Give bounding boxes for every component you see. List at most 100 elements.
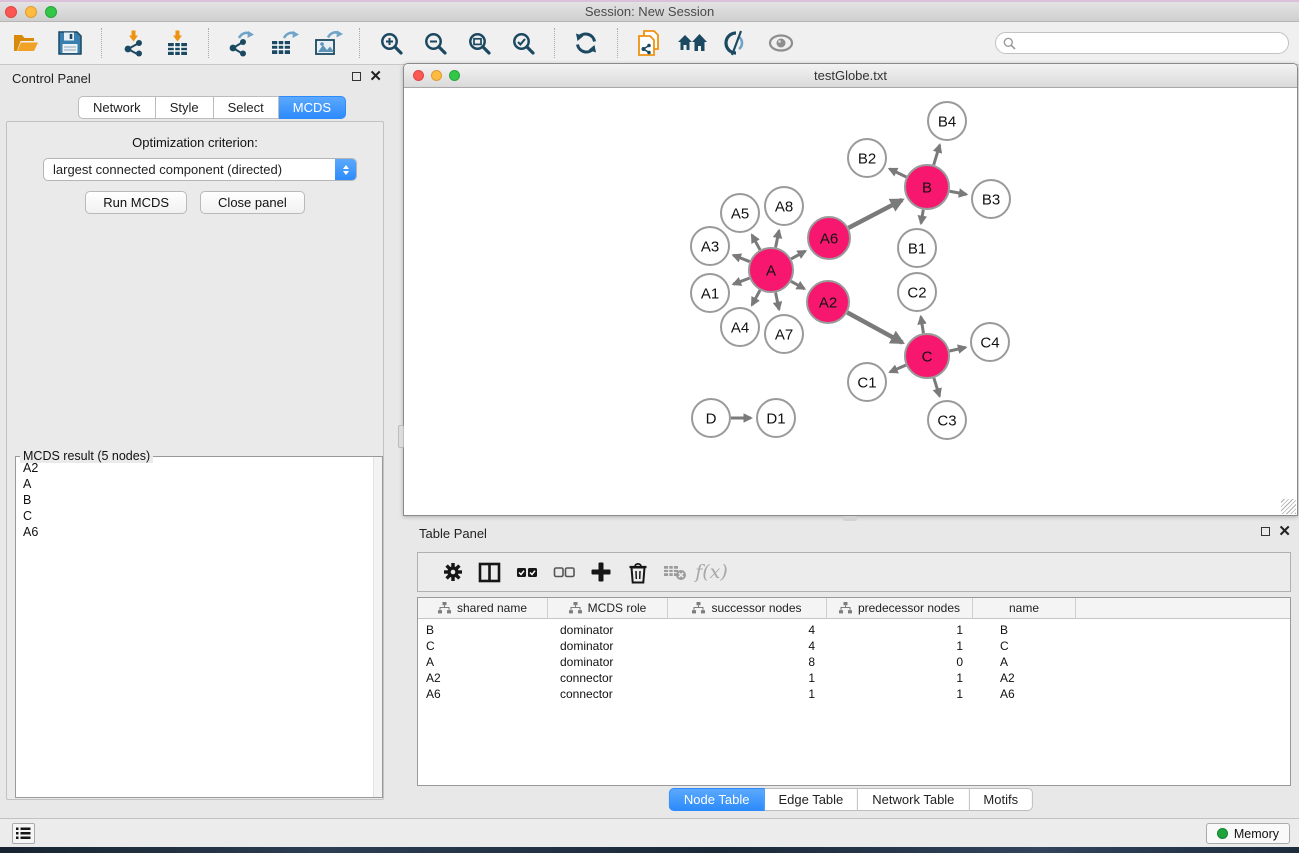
graph-edge[interactable] xyxy=(776,293,779,310)
mcds-result-scrollbar[interactable] xyxy=(373,457,382,797)
graph-edge[interactable] xyxy=(752,235,760,250)
tab-network[interactable]: Network xyxy=(78,96,156,119)
tab-select[interactable]: Select xyxy=(214,96,279,119)
result-item[interactable]: A6 xyxy=(17,524,372,540)
graph-node-B2[interactable]: B2 xyxy=(848,139,886,177)
close-panel-button[interactable]: Close panel xyxy=(200,191,305,214)
table-row[interactable]: Adominator80A xyxy=(418,654,1290,670)
graph-node-A1[interactable]: A1 xyxy=(691,274,729,312)
close-table-panel-icon[interactable]: ✕ xyxy=(1278,526,1291,537)
graph-node-D1[interactable]: D1 xyxy=(757,399,795,437)
table-settings-button[interactable] xyxy=(434,556,471,588)
graph-edge[interactable] xyxy=(950,191,967,194)
graph-node-B4[interactable]: B4 xyxy=(928,102,966,140)
select-all-button[interactable] xyxy=(508,556,545,588)
column-header-mcds-role[interactable]: MCDS role xyxy=(548,598,668,618)
minimize-network-icon[interactable] xyxy=(431,70,442,81)
graph-edge[interactable] xyxy=(791,281,804,289)
apply-layout-button[interactable] xyxy=(568,25,604,61)
graph-node-D[interactable]: D xyxy=(692,399,730,437)
graphics-details-button[interactable] xyxy=(719,25,755,61)
zoom-in-button[interactable] xyxy=(373,25,409,61)
import-network-button[interactable] xyxy=(115,25,151,61)
network-canvas[interactable]: B4B2BB3A8A5A6A3B1AA1C2A2A4A7C4CC1C3DD1 xyxy=(404,89,1297,515)
new-network-from-selection-button[interactable] xyxy=(631,25,667,61)
home-button[interactable] xyxy=(675,25,711,61)
graph-node-B[interactable]: B xyxy=(905,165,949,209)
graph-edge[interactable] xyxy=(934,378,940,396)
import-table-button[interactable] xyxy=(159,25,195,61)
graph-node-A[interactable]: A xyxy=(749,248,793,292)
tab-style[interactable]: Style xyxy=(156,96,214,119)
table-row[interactable]: A6connector11A6 xyxy=(418,686,1290,702)
graph-node-A4[interactable]: A4 xyxy=(721,308,759,346)
result-item[interactable]: C xyxy=(17,508,372,524)
run-mcds-button[interactable]: Run MCDS xyxy=(85,191,187,214)
tab-node-table[interactable]: Node Table xyxy=(669,788,765,811)
search-field[interactable] xyxy=(995,32,1289,54)
graph-node-B3[interactable]: B3 xyxy=(972,180,1010,218)
tab-network-table[interactable]: Network Table xyxy=(858,788,969,811)
tab-edge-table[interactable]: Edge Table xyxy=(764,788,858,811)
graph-node-A8[interactable]: A8 xyxy=(765,187,803,225)
graph-edge[interactable] xyxy=(890,365,906,372)
graph-edge[interactable] xyxy=(921,317,924,334)
zoom-out-button[interactable] xyxy=(417,25,453,61)
graph-edge[interactable] xyxy=(921,210,923,224)
export-image-button[interactable] xyxy=(310,25,346,61)
close-panel-icon[interactable]: ✕ xyxy=(369,71,382,82)
graph-node-C4[interactable]: C4 xyxy=(971,323,1009,361)
show-panels-button[interactable] xyxy=(12,823,35,844)
deselect-all-button[interactable] xyxy=(545,556,582,588)
add-row-button[interactable] xyxy=(582,556,619,588)
close-network-icon[interactable] xyxy=(413,70,424,81)
level-of-detail-button[interactable] xyxy=(763,25,799,61)
table-row[interactable]: A2connector11A2 xyxy=(418,670,1290,686)
table-row[interactable]: Cdominator41C xyxy=(418,638,1290,654)
graph-node-A3[interactable]: A3 xyxy=(691,227,729,265)
graph-edge[interactable] xyxy=(849,200,903,228)
open-session-button[interactable] xyxy=(8,25,44,61)
resize-handle-icon[interactable] xyxy=(1281,499,1296,514)
network-graph[interactable]: B4B2BB3A8A5A6A3B1AA1C2A2A4A7C4CC1C3DD1 xyxy=(404,89,1297,515)
graph-node-A6[interactable]: A6 xyxy=(808,217,850,259)
graph-edge[interactable] xyxy=(752,290,760,305)
float-panel-icon[interactable] xyxy=(352,72,361,81)
column-header-predecessor-nodes[interactable]: predecessor nodes xyxy=(827,598,973,618)
float-table-panel-icon[interactable] xyxy=(1261,527,1270,536)
graph-edge[interactable] xyxy=(776,230,779,247)
result-item[interactable]: B xyxy=(17,492,372,508)
graph-edge[interactable] xyxy=(733,278,749,284)
result-item[interactable]: A2 xyxy=(17,460,372,476)
memory-button[interactable]: Memory xyxy=(1206,823,1290,844)
column-header-successor-nodes[interactable]: successor nodes xyxy=(668,598,827,618)
result-item[interactable]: A xyxy=(17,476,372,492)
graph-node-C[interactable]: C xyxy=(905,334,949,378)
graph-edge[interactable] xyxy=(934,145,940,165)
show-columns-button[interactable] xyxy=(471,556,508,588)
graph-edge[interactable] xyxy=(791,251,805,259)
graph-node-B1[interactable]: B1 xyxy=(898,229,936,267)
graph-node-A7[interactable]: A7 xyxy=(765,315,803,353)
network-window-titlebar[interactable]: testGlobe.txt xyxy=(404,64,1297,88)
search-input[interactable] xyxy=(1016,34,1288,52)
column-header-name[interactable]: name xyxy=(973,598,1076,618)
zoom-fit-button[interactable] xyxy=(461,25,497,61)
graph-node-C2[interactable]: C2 xyxy=(898,273,936,311)
delete-row-button[interactable] xyxy=(619,556,656,588)
criterion-select[interactable]: largest connected component (directed) xyxy=(43,158,357,181)
export-table-button[interactable] xyxy=(266,25,302,61)
save-session-button[interactable] xyxy=(52,25,88,61)
graph-edge[interactable] xyxy=(890,169,907,177)
graph-edge[interactable] xyxy=(733,255,749,261)
export-network-button[interactable] xyxy=(222,25,258,61)
graph-edge[interactable] xyxy=(949,347,965,351)
zoom-selected-button[interactable] xyxy=(505,25,541,61)
column-header-shared-name[interactable]: shared name xyxy=(418,598,548,618)
maximize-network-icon[interactable] xyxy=(449,70,460,81)
graph-node-C1[interactable]: C1 xyxy=(848,363,886,401)
table-row[interactable]: Bdominator41B xyxy=(418,622,1290,638)
tab-motifs[interactable]: Motifs xyxy=(969,788,1033,811)
network-vertical-scrollbar[interactable] xyxy=(398,425,404,448)
tab-mcds[interactable]: MCDS xyxy=(279,96,346,119)
